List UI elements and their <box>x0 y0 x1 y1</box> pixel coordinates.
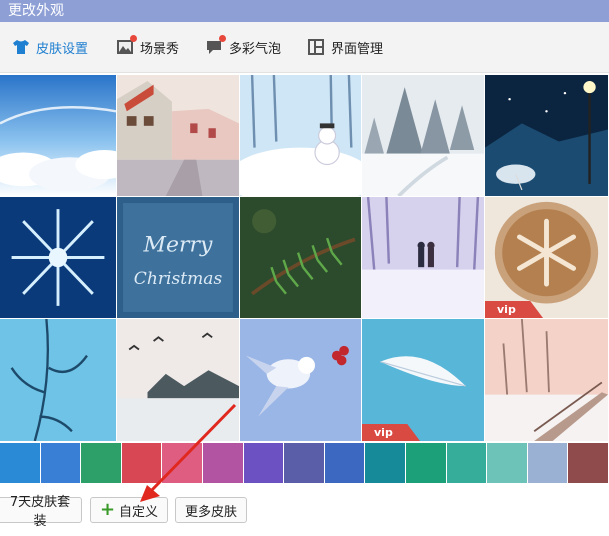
skin-thumbnail <box>0 75 116 196</box>
notification-dot <box>219 35 227 42</box>
skin-tile[interactable]: Merry Christmas <box>117 197 240 319</box>
skin-tile[interactable]: vip <box>485 197 609 319</box>
skin-thumbnail <box>485 197 608 318</box>
color-swatch-bar <box>0 443 609 483</box>
skin-thumbnail <box>362 319 484 441</box>
tab-label: 多彩气泡 <box>229 41 282 57</box>
skin-tile[interactable] <box>117 319 240 442</box>
bottom-bar: 7天皮肤套装 + 自定义 更多皮肤 <box>0 484 609 536</box>
color-swatch[interactable] <box>365 443 406 483</box>
skin-tile[interactable] <box>485 319 609 442</box>
skin-tile[interactable] <box>0 197 117 319</box>
skin-thumbnail <box>0 197 116 318</box>
skin-tile[interactable] <box>0 75 117 197</box>
color-swatch[interactable] <box>162 443 203 483</box>
notification-dot <box>130 35 138 42</box>
skin-thumbnail <box>240 197 361 318</box>
color-swatch[interactable] <box>446 443 488 483</box>
bubble-icon <box>205 35 227 56</box>
skin-tile[interactable] <box>240 75 362 197</box>
skin-tile[interactable] <box>240 319 362 442</box>
tab-bar: 皮肤设置 场景秀 多彩气泡 界面管理 <box>0 22 609 73</box>
skin-thumbnail <box>362 197 484 318</box>
skin-suite-button[interactable]: 7天皮肤套装 <box>0 495 82 529</box>
tab-interface-management[interactable]: 界面管理 <box>297 22 393 72</box>
color-swatch[interactable] <box>121 443 163 483</box>
skin-thumbnail <box>240 319 361 441</box>
skin-tile[interactable] <box>362 197 485 319</box>
color-swatch[interactable] <box>527 443 569 483</box>
tab-scene-show[interactable]: 场景秀 <box>106 22 189 72</box>
color-swatch[interactable] <box>405 443 447 483</box>
custom-button-label: 自定义 <box>119 504 159 520</box>
color-swatch[interactable] <box>324 443 366 483</box>
skin-grid: Merry Christmas vip vip <box>0 75 609 442</box>
color-swatch[interactable] <box>40 443 82 483</box>
more-skins-button[interactable]: 更多皮肤 <box>175 497 247 523</box>
skin-tile[interactable] <box>117 75 240 197</box>
skin-thumbnail <box>117 75 239 196</box>
skin-tile[interactable] <box>485 75 609 197</box>
skin-thumbnail <box>485 75 608 196</box>
window-title: 更改外观 <box>8 3 64 19</box>
svg-text:Merry: Merry <box>143 233 214 258</box>
picture-icon <box>116 35 138 56</box>
skin-thumbnail <box>0 319 116 441</box>
tshirt-icon <box>12 38 30 56</box>
skin-thumbnail <box>240 75 361 196</box>
skin-tile[interactable] <box>362 75 485 197</box>
skin-thumbnail <box>117 319 239 441</box>
tab-label: 皮肤设置 <box>36 41 89 57</box>
custom-button[interactable]: + 自定义 <box>90 497 168 523</box>
skin-tile[interactable] <box>240 197 362 319</box>
skin-tile[interactable]: vip <box>362 319 485 442</box>
color-swatch[interactable] <box>568 443 609 483</box>
color-swatch[interactable] <box>0 443 41 483</box>
color-swatch[interactable] <box>81 443 122 483</box>
color-swatch[interactable] <box>487 443 528 483</box>
color-swatch[interactable] <box>202 443 244 483</box>
color-swatch[interactable] <box>243 443 285 483</box>
tab-label: 界面管理 <box>331 41 384 57</box>
tab-skin-settings[interactable]: 皮肤设置 <box>2 22 98 72</box>
skin-thumbnail <box>362 75 484 196</box>
skin-thumbnail <box>485 319 608 441</box>
svg-text:Christmas: Christmas <box>134 269 223 289</box>
layout-icon <box>307 38 325 56</box>
color-swatch[interactable] <box>284 443 325 483</box>
skin-tile[interactable] <box>0 319 117 442</box>
tab-label: 场景秀 <box>140 41 180 57</box>
skin-thumbnail: Merry Christmas <box>117 197 239 318</box>
title-bar: 更改外观 <box>0 0 609 22</box>
plus-icon: + <box>99 499 116 520</box>
tab-color-bubbles[interactable]: 多彩气泡 <box>195 22 291 72</box>
